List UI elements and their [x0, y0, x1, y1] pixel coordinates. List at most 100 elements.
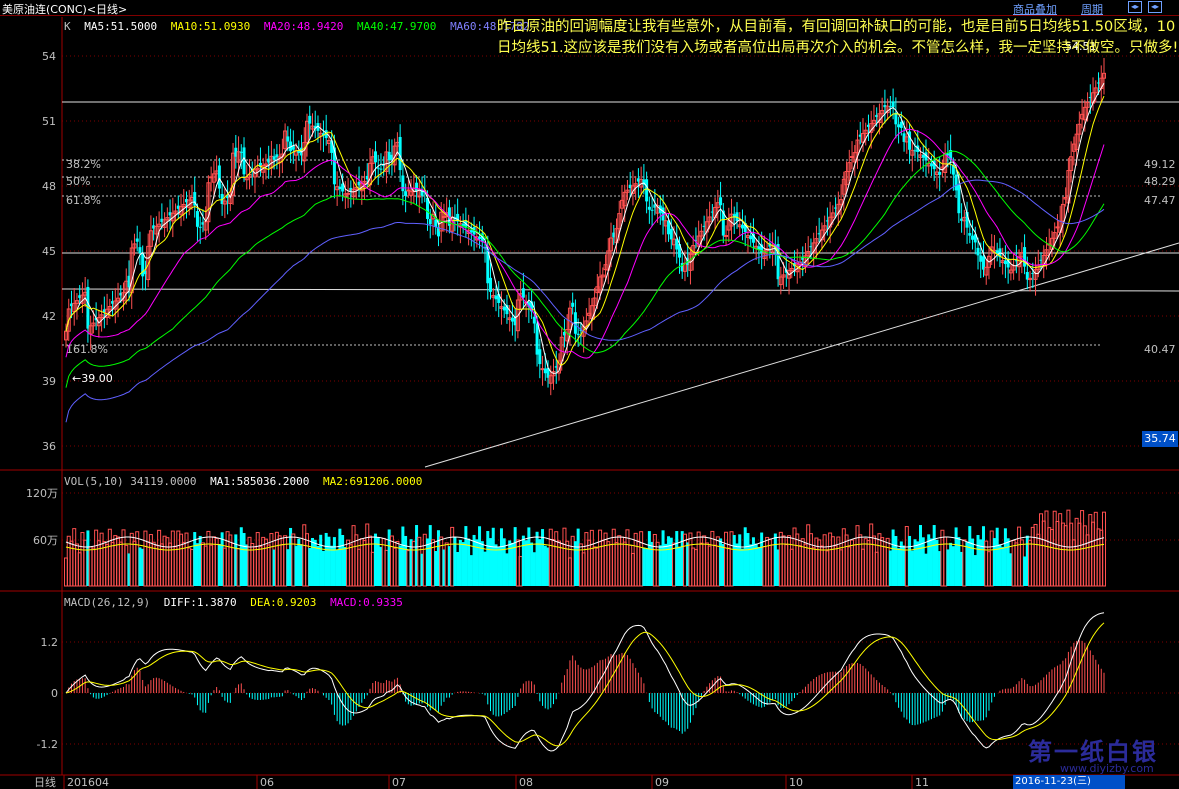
volume-tick-label: 120万	[26, 487, 58, 500]
volume-bar-up	[1102, 511, 1106, 587]
volume-bar-down	[746, 533, 750, 586]
volume-bar-down	[475, 539, 479, 586]
volume-bar-down	[968, 526, 972, 586]
volume-bar-down	[976, 535, 980, 586]
candle-body-down	[242, 147, 246, 175]
volume-bar-up	[283, 535, 288, 587]
candle-body-down	[286, 136, 290, 142]
ma60-line	[65, 179, 1105, 423]
volume-bar-down	[530, 542, 534, 586]
volume-bar-up	[570, 535, 575, 587]
volume-bar-up	[1019, 539, 1024, 587]
support-line-lower	[61, 288, 1179, 292]
candle-body-down	[921, 154, 925, 158]
candle-body-down	[954, 174, 958, 191]
candle-body-down	[195, 211, 199, 227]
volume-bar-down	[894, 536, 898, 586]
volume-bar-down	[538, 539, 542, 586]
volume-bar-down	[239, 527, 243, 586]
volume-bar-down	[217, 544, 221, 586]
fib-level-label: 161.8%	[66, 343, 108, 356]
date-tick-label: 09	[655, 776, 669, 789]
volume-bar-up	[672, 542, 677, 587]
candle-body-down	[428, 218, 432, 225]
volume-bar-down	[327, 536, 331, 586]
volume-bar-down	[338, 528, 342, 586]
fib-level-value: 47.47	[1144, 194, 1176, 207]
volume-bar-down	[195, 543, 199, 586]
volume-bar-down	[376, 537, 380, 586]
volume-bar-down	[478, 526, 482, 586]
volume-bar-down	[138, 547, 142, 586]
volume-bar-up	[682, 533, 687, 587]
candle-body-down	[376, 167, 380, 169]
candle-body-down	[538, 349, 542, 365]
candle-body-down	[387, 151, 391, 161]
candle-body-down	[510, 317, 514, 322]
volume-bar-down	[1006, 538, 1010, 586]
candle-body-down	[404, 191, 408, 196]
candle-body-down	[938, 171, 942, 175]
candle-body-down	[976, 247, 980, 256]
fib-level-value: 40.47	[1144, 343, 1176, 356]
volume-bar-down	[469, 555, 473, 586]
volume-bar-down	[499, 528, 503, 586]
price-tick-label: 45	[42, 245, 56, 258]
volume-bar-down	[464, 526, 468, 586]
volume-bar-up	[384, 549, 389, 587]
volume-bar-up	[439, 536, 444, 587]
volume-bar-down	[924, 553, 928, 586]
volume-bar-down	[957, 537, 961, 586]
candle-body-down	[979, 255, 983, 262]
date-tick-label: 06	[260, 776, 274, 789]
volume-bar-down	[647, 531, 651, 586]
volume-bar-up	[124, 544, 129, 587]
candle-body-down	[571, 302, 575, 307]
volume-bar-up	[770, 544, 775, 587]
price-tick-label: 36	[42, 440, 56, 453]
candle-body-down	[217, 165, 221, 189]
volume-bar-up	[291, 533, 296, 587]
candle-body-down	[946, 153, 950, 156]
candle-body-down	[740, 224, 744, 229]
volume-bar-down	[642, 547, 646, 586]
volume-bar-down	[658, 545, 662, 586]
candle-body-down	[1003, 260, 1007, 265]
volume-bar-down	[971, 538, 975, 586]
date-tick-label: 11	[915, 776, 929, 789]
volume-bar-up	[370, 551, 375, 587]
candle-body-down	[645, 179, 649, 202]
analysis-annotation: 昨日原油的回调幅度让我有些意外，从目前看，有回调回补缺口的可能，也是目前5日均线…	[497, 19, 1179, 56]
volume-bar-down	[740, 548, 744, 586]
fib-level-label: 50%	[66, 175, 90, 188]
price-tick-label: 39	[42, 375, 56, 388]
fib-level-label: 61.8%	[66, 194, 101, 207]
volume-bar-up	[989, 530, 994, 587]
volume-bar-down	[398, 545, 402, 586]
volume-bar-down	[510, 542, 514, 586]
candle-body-down	[535, 323, 539, 355]
volume-bar-down	[916, 541, 920, 586]
price-tick-label: 51	[42, 115, 56, 128]
volume-bar-up	[214, 537, 219, 587]
volume-bar-down	[1023, 556, 1027, 586]
candle-body-down	[669, 228, 673, 240]
volume-bar-down	[532, 552, 536, 586]
volume-bar-up	[715, 536, 720, 587]
fib-level-value: 49.12	[1144, 158, 1176, 171]
volume-bar-down	[573, 541, 577, 586]
watermark-url: www.diyizby.com	[1060, 762, 1154, 775]
volume-bar-down	[949, 542, 953, 586]
candle-body-down	[521, 288, 525, 298]
volume-bar-down	[749, 544, 753, 586]
volume-bar-down	[313, 539, 317, 586]
volume-bar-down	[491, 527, 495, 586]
volume-bar-down	[908, 535, 912, 586]
volume-bar-down	[297, 538, 301, 586]
volume-bar-down	[497, 546, 501, 586]
volume-bar-down	[1003, 528, 1007, 586]
volume-bar-up	[135, 531, 140, 587]
volume-bar-down	[486, 530, 490, 586]
volume-bar-up	[655, 541, 660, 587]
volume-bar-down	[324, 532, 328, 586]
